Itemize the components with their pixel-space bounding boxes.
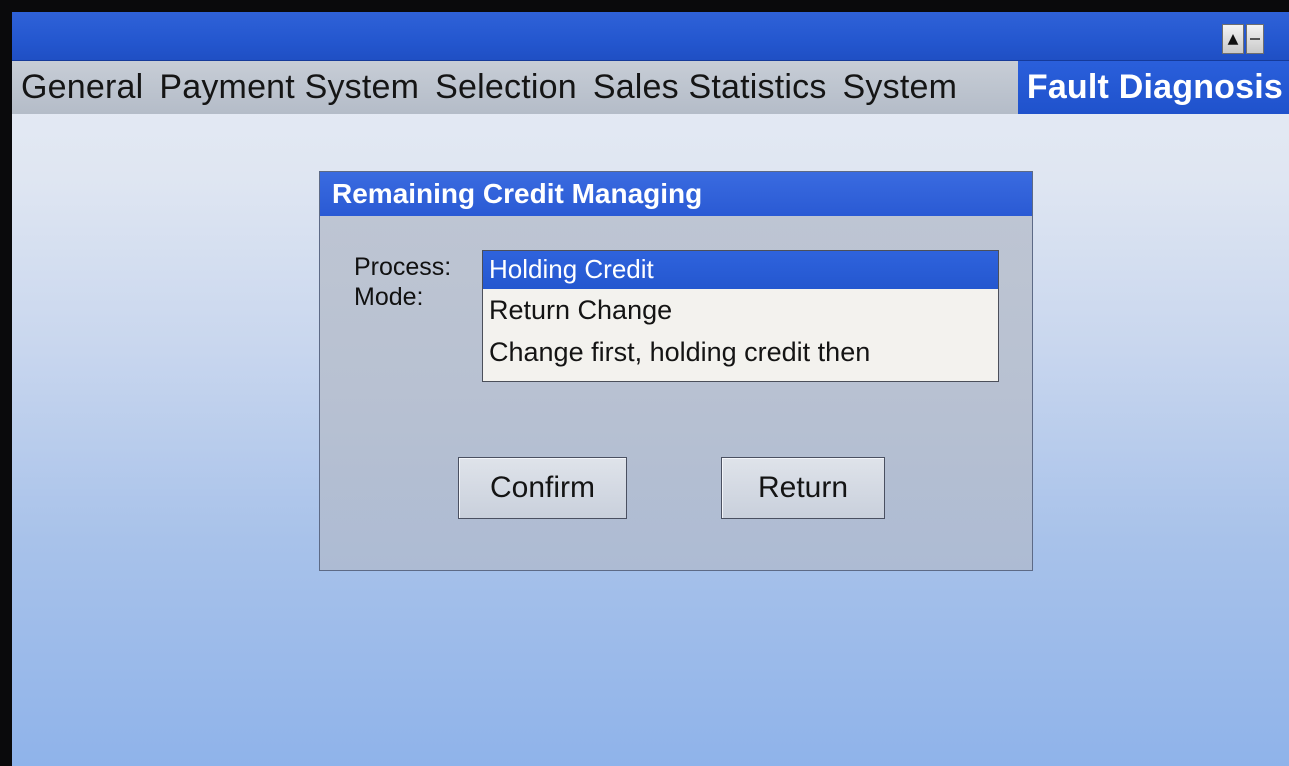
remaining-credit-dialog: Remaining Credit Managing Process: Mode:… <box>319 171 1033 571</box>
scroll-up-button[interactable]: ▲ <box>1222 24 1244 54</box>
dialog-title: Remaining Credit Managing <box>320 172 1032 216</box>
process-mode-label-line2: Mode: <box>354 283 424 311</box>
tab-selection[interactable]: Selection <box>426 61 584 114</box>
option-change-first-holding-credit-then[interactable]: Change first, holding credit then <box>483 331 998 373</box>
triangle-up-icon: ▲ <box>1227 31 1239 47</box>
title-bar: ▲ <box>12 12 1289 61</box>
confirm-button[interactable]: Confirm <box>458 457 627 519</box>
process-mode-listbox[interactable]: Holding Credit Return Change Change firs… <box>482 250 999 382</box>
tab-bar: General Payment System Selection Sales S… <box>12 61 1289 114</box>
option-return-change[interactable]: Return Change <box>483 289 998 331</box>
minimize-button[interactable] <box>1246 24 1264 54</box>
tab-system[interactable]: System <box>834 61 965 114</box>
tab-general[interactable]: General <box>12 61 150 114</box>
option-holding-credit[interactable]: Holding Credit <box>483 251 998 289</box>
process-mode-label-line1: Process: <box>354 253 452 281</box>
tab-fault-diagnosis[interactable]: Fault Diagnosis <box>1017 61 1289 114</box>
tab-sales-statistics[interactable]: Sales Statistics <box>584 61 834 114</box>
tab-payment-system[interactable]: Payment System <box>150 61 426 114</box>
minimize-icon <box>1250 38 1260 40</box>
return-button[interactable]: Return <box>721 457 885 519</box>
screen: ▲ General Payment System Selection Sales… <box>12 12 1289 766</box>
process-mode-label: Process: Mode: <box>354 252 451 312</box>
